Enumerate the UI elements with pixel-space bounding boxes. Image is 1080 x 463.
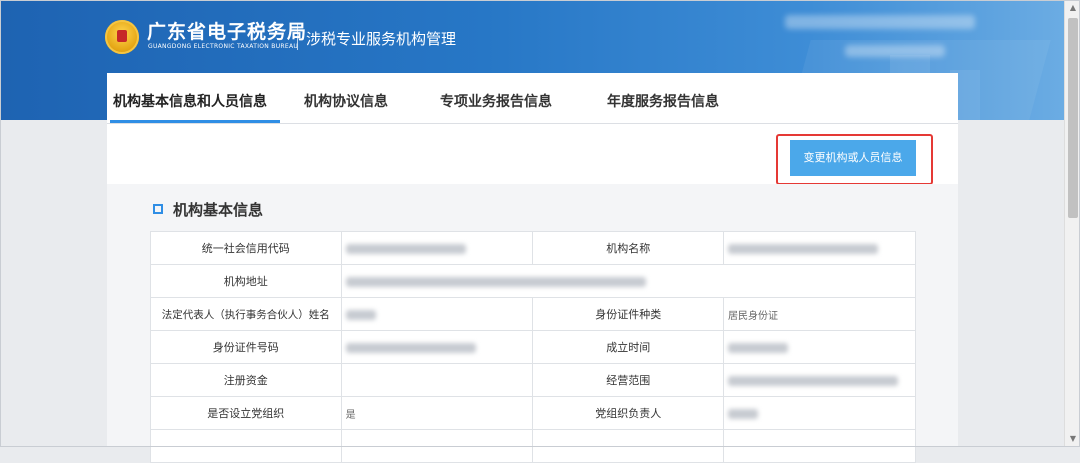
section-square-icon (153, 204, 163, 214)
label-id-number: 身份证件号码 (150, 330, 342, 364)
bureau-name: 广东省电子税务局 (147, 21, 308, 43)
value-business-scope (723, 363, 916, 397)
scroll-thumb[interactable] (1068, 18, 1078, 218)
redacted-value (728, 342, 789, 353)
label-founded-date: 成立时间 (532, 330, 725, 364)
value-org-name (723, 231, 916, 265)
user-info-redacted (845, 45, 945, 57)
table-row: 注册资金 经营范围 (150, 363, 916, 397)
label-party-org: 是否设立党组织 (150, 396, 342, 430)
redacted-value (728, 375, 899, 386)
tab-basic-info[interactable]: 机构基本信息和人员信息 (113, 91, 267, 111)
tax-emblem-icon (105, 20, 139, 54)
scroll-up-arrow-icon[interactable]: ▲ (1065, 0, 1080, 16)
label-legal-rep: 法定代表人（执行事务合伙人）姓名 (150, 297, 342, 331)
label-party-leader: 党组织负责人 (532, 396, 725, 430)
table-row: 统一社会信用代码 机构名称 (150, 231, 916, 265)
main-content: 机构基本信息和人员信息 机构协议信息 专项业务报告信息 年度服务报告信息 变更机… (107, 73, 958, 463)
label-org-name: 机构名称 (532, 231, 725, 265)
value-founded-date (723, 330, 916, 364)
bureau-name-en: GUANGDONG ELECTRONIC TAXATION BUREAU (148, 43, 299, 50)
value-address (340, 264, 917, 298)
table-row (150, 429, 916, 463)
tab-annual-report[interactable]: 年度服务报告信息 (607, 91, 719, 111)
scroll-down-arrow-icon[interactable]: ▼ (1065, 431, 1080, 447)
change-info-button[interactable]: 变更机构或人员信息 (790, 140, 916, 176)
label-registered-capital: 注册资金 (150, 363, 342, 397)
value-legal-rep (340, 297, 534, 331)
table-row: 是否设立党组织 是 党组织负责人 (150, 396, 916, 430)
tab-bar: 机构基本信息和人员信息 机构协议信息 专项业务报告信息 年度服务报告信息 (107, 73, 958, 124)
active-tab-indicator (110, 120, 280, 123)
redacted-value (728, 243, 879, 254)
value-credit-code (340, 231, 534, 265)
tab-agreement-info[interactable]: 机构协议信息 (304, 91, 388, 111)
label-business-scope: 经营范围 (532, 363, 725, 397)
redacted-value (345, 309, 376, 320)
value-party-leader (723, 396, 916, 430)
tab-special-report[interactable]: 专项业务报告信息 (440, 91, 552, 111)
redacted-value (345, 243, 466, 254)
redacted-value (345, 276, 646, 287)
value-registered-capital (340, 363, 534, 397)
vertical-scrollbar[interactable]: ▲ ▼ (1064, 0, 1080, 447)
table-row: 法定代表人（执行事务合伙人）姓名 身份证件种类 居民身份证 (150, 297, 916, 331)
label-credit-code: 统一社会信用代码 (150, 231, 342, 265)
value-id-type: 居民身份证 (723, 297, 916, 331)
value-id-number (340, 330, 534, 364)
redacted-value (728, 408, 759, 419)
table-row: 身份证件号码 成立时间 (150, 330, 916, 364)
redacted-value (345, 342, 476, 353)
label-address: 机构地址 (150, 264, 342, 298)
section-title: 机构基本信息 (173, 201, 264, 219)
header-divider (297, 24, 298, 50)
system-name: 涉税专业服务机构管理 (306, 30, 457, 48)
value-party-org: 是 (340, 396, 534, 430)
label-id-type: 身份证件种类 (532, 297, 725, 331)
user-info-redacted (785, 15, 975, 29)
info-table: 统一社会信用代码 机构名称 机构地址 法定代表人（执行事务合伙人）姓名 身份证件… (150, 231, 917, 463)
table-row: 机构地址 (150, 264, 917, 298)
